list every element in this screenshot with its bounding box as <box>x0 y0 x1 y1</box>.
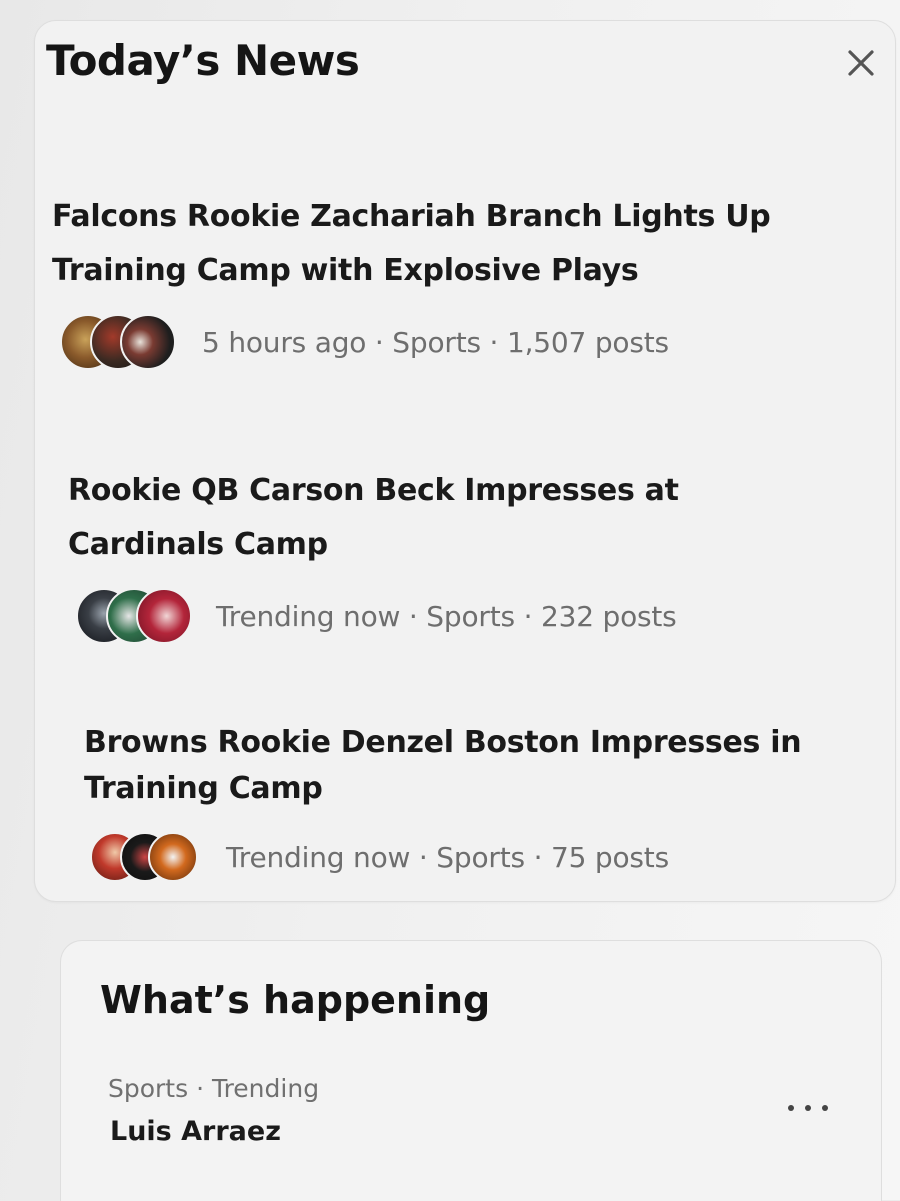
story-headline-line: Rookie QB Carson Beck Impresses at <box>68 473 679 508</box>
close-icon <box>848 50 874 76</box>
story-meta: Trending now · Sports · 75 posts <box>226 840 669 874</box>
story-headline-line: Training Camp <box>84 771 323 806</box>
story-meta: 5 hours ago · Sports · 1,507 posts <box>202 325 669 359</box>
story-headline: Browns Rookie Denzel Boston Impresses in… <box>84 720 884 812</box>
panel-title: Today’s News <box>46 36 360 85</box>
story-meta: Trending now · Sports · 232 posts <box>216 599 677 633</box>
story-headline: Rookie QB Carson Beck Impresses at Cardi… <box>68 464 888 572</box>
trend-name[interactable]: Luis Arraez <box>110 1116 281 1147</box>
avatar-stack <box>90 832 206 882</box>
story-meta-row: Trending now · Sports · 75 posts <box>84 832 884 882</box>
whats-happening-title: What’s happening <box>100 978 491 1022</box>
story-headline-line: Falcons Rookie Zachariah Branch Lights U… <box>52 199 771 234</box>
more-horizontal-icon <box>822 1105 828 1111</box>
avatar-stack <box>76 588 196 644</box>
close-button[interactable] <box>842 44 880 82</box>
news-story-3[interactable]: Browns Rookie Denzel Boston Impresses in… <box>84 720 884 882</box>
avatar <box>136 588 192 644</box>
trend-category: Sports · Trending <box>108 1074 320 1103</box>
avatar <box>148 832 198 882</box>
story-headline-line: Cardinals Camp <box>68 527 328 562</box>
more-horizontal-icon <box>805 1105 811 1111</box>
news-story-1[interactable]: Falcons Rookie Zachariah Branch Lights U… <box>52 190 892 370</box>
story-headline-line: Training Camp with Explosive Plays <box>52 253 639 288</box>
news-story-2[interactable]: Rookie QB Carson Beck Impresses at Cardi… <box>68 464 888 644</box>
story-headline: Falcons Rookie Zachariah Branch Lights U… <box>52 190 892 298</box>
avatar <box>120 314 176 370</box>
avatar-stack <box>60 314 180 370</box>
more-horizontal-icon <box>788 1105 794 1111</box>
story-headline-line: Browns Rookie Denzel Boston Impresses in <box>84 725 802 760</box>
story-meta-row: 5 hours ago · Sports · 1,507 posts <box>52 314 892 370</box>
story-meta-row: Trending now · Sports · 232 posts <box>68 588 888 644</box>
page: Today’s News Falcons Rookie Zachariah Br… <box>0 0 900 1201</box>
trend-more-button[interactable] <box>788 1096 828 1120</box>
